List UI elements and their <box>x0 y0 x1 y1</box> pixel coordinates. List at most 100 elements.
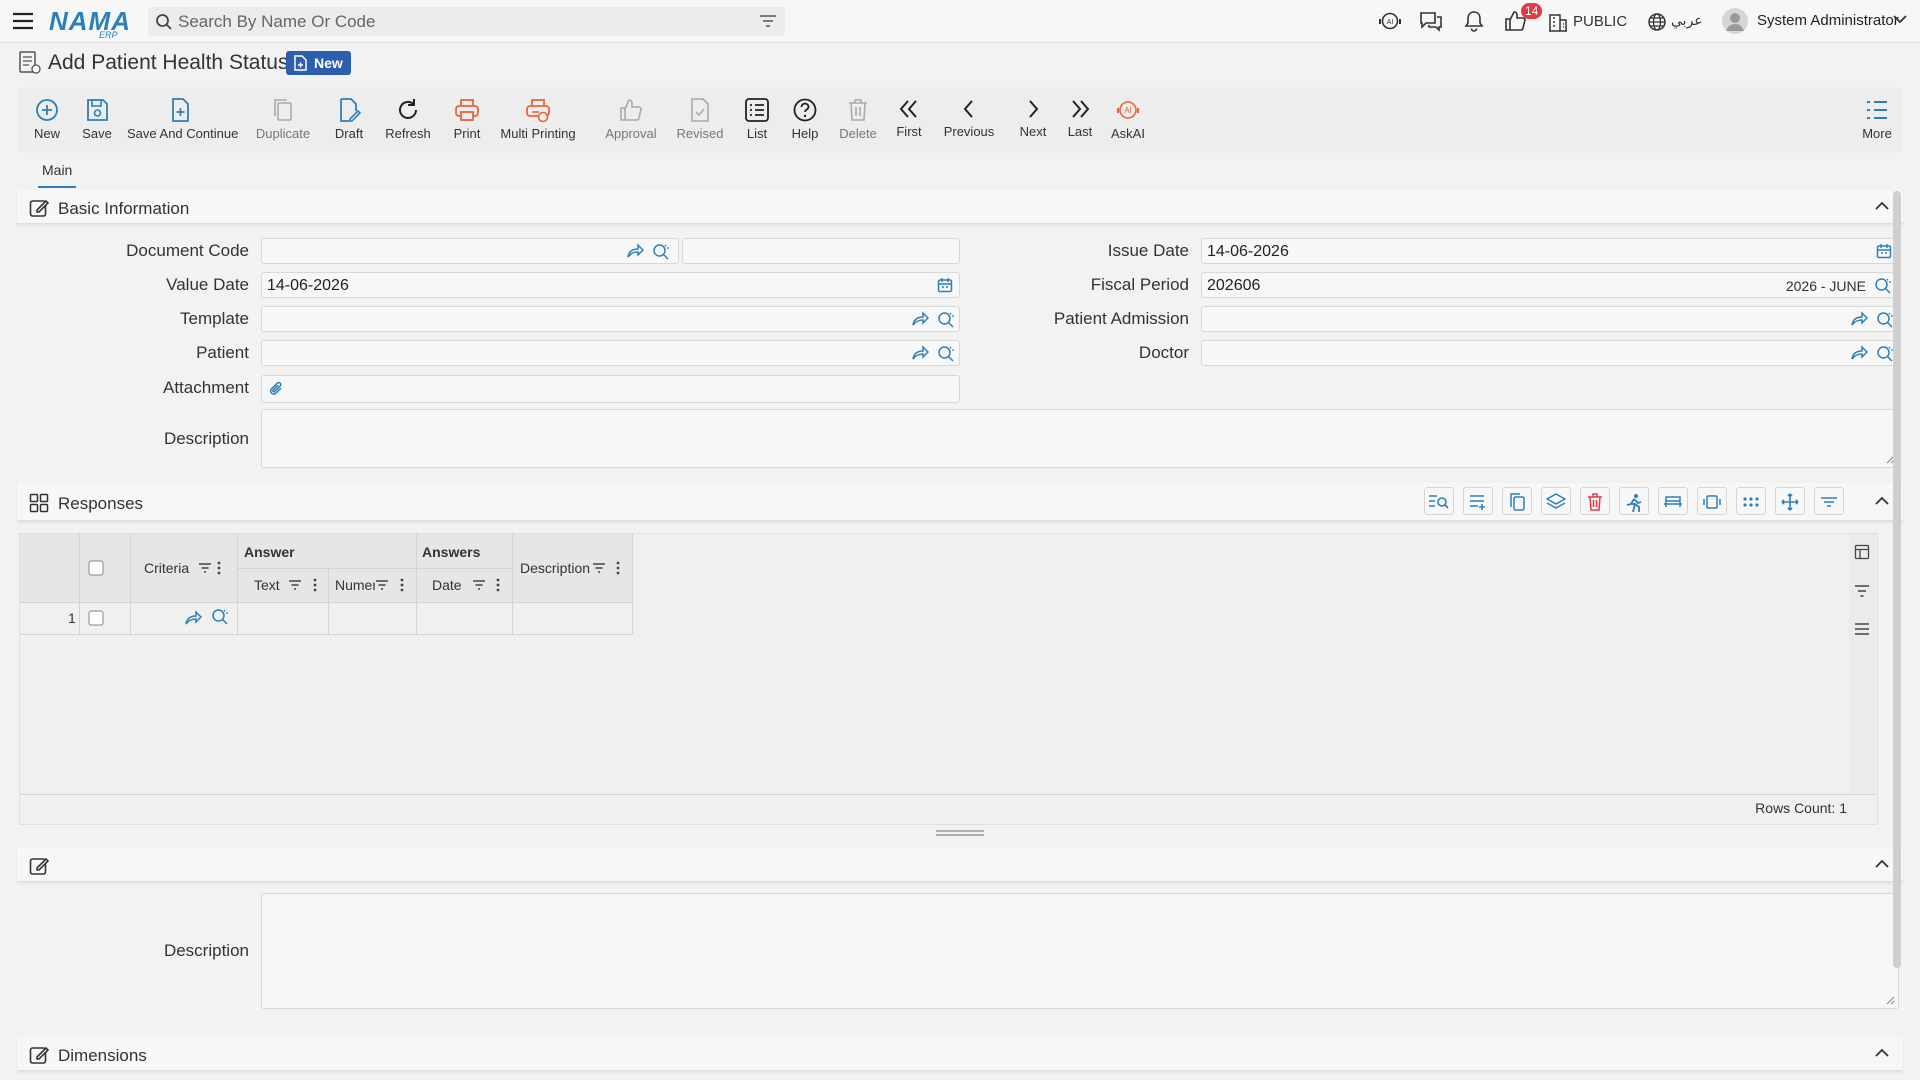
lookup-search-icon[interactable] <box>652 243 670 261</box>
lookup-search-icon[interactable] <box>1876 345 1894 363</box>
select-all-checkbox[interactable] <box>88 560 104 576</box>
column-menu-icon[interactable] <box>616 561 620 575</box>
user-name[interactable]: System Administrator <box>1757 12 1899 29</box>
language-switch[interactable]: عربي <box>1671 13 1703 29</box>
lookup-search-icon[interactable] <box>1874 277 1892 295</box>
template-field[interactable] <box>261 306 960 332</box>
columns-button[interactable] <box>1736 487 1766 515</box>
document-code-secondary-field[interactable] <box>682 238 960 264</box>
resize-handle-icon[interactable] <box>1885 995 1895 1005</box>
tab-main[interactable]: Main <box>38 162 77 188</box>
chevron-down-icon[interactable] <box>1893 14 1907 24</box>
chevron-up-icon[interactable] <box>1875 201 1889 211</box>
duplicate-button[interactable]: Duplicate <box>253 87 313 153</box>
fit-columns-button[interactable] <box>1697 487 1727 515</box>
basic-information-header[interactable]: Basic Information <box>17 190 1903 224</box>
print-button[interactable]: Print <box>445 87 489 153</box>
column-text[interactable]: Text <box>254 577 280 593</box>
save-and-continue-button[interactable]: Save And Continue <box>127 87 238 153</box>
grid-filter-button[interactable] <box>1814 487 1844 515</box>
delete-row-button[interactable] <box>1580 487 1610 515</box>
list-button[interactable]: List <box>735 87 779 153</box>
lookup-search-icon[interactable] <box>211 608 229 626</box>
filter-icon[interactable] <box>759 14 777 28</box>
issue-date-field[interactable]: 14-06-2026 <box>1201 238 1899 264</box>
lookup-search-icon[interactable] <box>937 345 955 363</box>
column-menu-icon[interactable] <box>217 561 221 575</box>
fiscal-period-field[interactable]: 202606 2026 - JUNE <box>1201 272 1899 298</box>
column-menu-icon[interactable] <box>313 578 317 592</box>
attachment-field[interactable] <box>261 375 960 403</box>
notes-section-header[interactable] <box>17 848 1903 882</box>
chevron-up-icon[interactable] <box>1875 859 1889 869</box>
filter-panel-icon[interactable] <box>1854 584 1870 598</box>
menu-icon[interactable] <box>12 11 34 31</box>
calendar-icon[interactable] <box>1876 243 1892 259</box>
askai-button[interactable]: AI AskAI <box>1103 87 1153 153</box>
filter-icon[interactable] <box>472 579 486 591</box>
resize-splitter[interactable] <box>935 830 985 836</box>
ai-assistant-icon[interactable]: AI <box>1378 10 1402 32</box>
copy-row-button[interactable] <box>1502 487 1532 515</box>
branch-label[interactable]: PUBLIC <box>1573 13 1627 30</box>
grid-search-button[interactable] <box>1424 487 1454 515</box>
dimensions-header[interactable]: Dimensions <box>17 1037 1903 1071</box>
list-panel-icon[interactable] <box>1854 622 1870 636</box>
approval-button[interactable]: Approval <box>588 87 674 153</box>
filter-icon[interactable] <box>592 562 606 574</box>
description-textarea[interactable] <box>261 409 1899 468</box>
lookup-search-icon[interactable] <box>937 311 955 329</box>
last-button[interactable]: Last <box>1058 87 1102 153</box>
search-box[interactable] <box>148 7 785 36</box>
save-button[interactable]: Save <box>75 87 119 153</box>
column-description[interactable]: Description <box>520 560 590 576</box>
more-button[interactable]: More <box>1855 87 1899 153</box>
column-menu-icon[interactable] <box>496 578 500 592</box>
open-link-icon[interactable] <box>1850 311 1868 327</box>
previous-button[interactable]: Previous <box>923 87 1015 153</box>
avatar[interactable] <box>1722 8 1748 34</box>
value-date-field[interactable]: 14-06-2026 <box>261 272 960 298</box>
document-code-field[interactable] <box>261 238 679 264</box>
open-link-icon[interactable] <box>911 311 929 327</box>
open-link-icon[interactable] <box>911 345 929 361</box>
chevron-up-icon[interactable] <box>1875 496 1889 506</box>
calendar-icon[interactable] <box>937 277 953 293</box>
logo[interactable]: NAMA ERP <box>49 4 131 40</box>
revised-button[interactable]: Revised <box>665 87 735 153</box>
column-criteria[interactable]: Criteria <box>144 560 189 576</box>
bell-icon[interactable] <box>1463 10 1485 32</box>
run-button[interactable] <box>1619 487 1649 515</box>
add-row-button[interactable] <box>1463 487 1493 515</box>
next-button[interactable]: Next <box>1011 87 1055 153</box>
delete-button[interactable]: Delete <box>833 87 883 153</box>
filter-icon[interactable] <box>198 562 212 574</box>
search-input[interactable] <box>178 11 738 32</box>
patient-field[interactable] <box>261 340 960 366</box>
chevron-up-icon[interactable] <box>1875 1048 1889 1058</box>
open-link-icon[interactable] <box>626 243 644 259</box>
refresh-button[interactable]: Refresh <box>380 87 436 153</box>
filter-icon[interactable] <box>288 579 302 591</box>
open-link-icon[interactable] <box>184 610 202 626</box>
patient-admission-field[interactable] <box>1201 306 1899 332</box>
paperclip-icon[interactable] <box>269 380 285 398</box>
doctor-field[interactable] <box>1201 340 1899 366</box>
column-numeric[interactable]: Numeri <box>335 577 375 593</box>
layers-button[interactable] <box>1541 487 1571 515</box>
chat-icon[interactable] <box>1419 10 1443 32</box>
draft-button[interactable]: Draft <box>327 87 371 153</box>
table-view-button[interactable] <box>1658 487 1688 515</box>
row-checkbox[interactable] <box>88 610 104 626</box>
lookup-search-icon[interactable] <box>1876 311 1894 329</box>
notes-description-textarea[interactable] <box>261 893 1899 1009</box>
page-scrollbar[interactable] <box>1893 191 1901 968</box>
column-date[interactable]: Date <box>432 577 462 593</box>
help-button[interactable]: Help <box>783 87 827 153</box>
move-button[interactable] <box>1775 487 1805 515</box>
open-link-icon[interactable] <box>1850 345 1868 361</box>
filter-icon[interactable] <box>375 579 389 591</box>
new-button[interactable]: New <box>25 87 69 153</box>
columns-panel-icon[interactable] <box>1854 544 1870 560</box>
column-menu-icon[interactable] <box>400 578 404 592</box>
